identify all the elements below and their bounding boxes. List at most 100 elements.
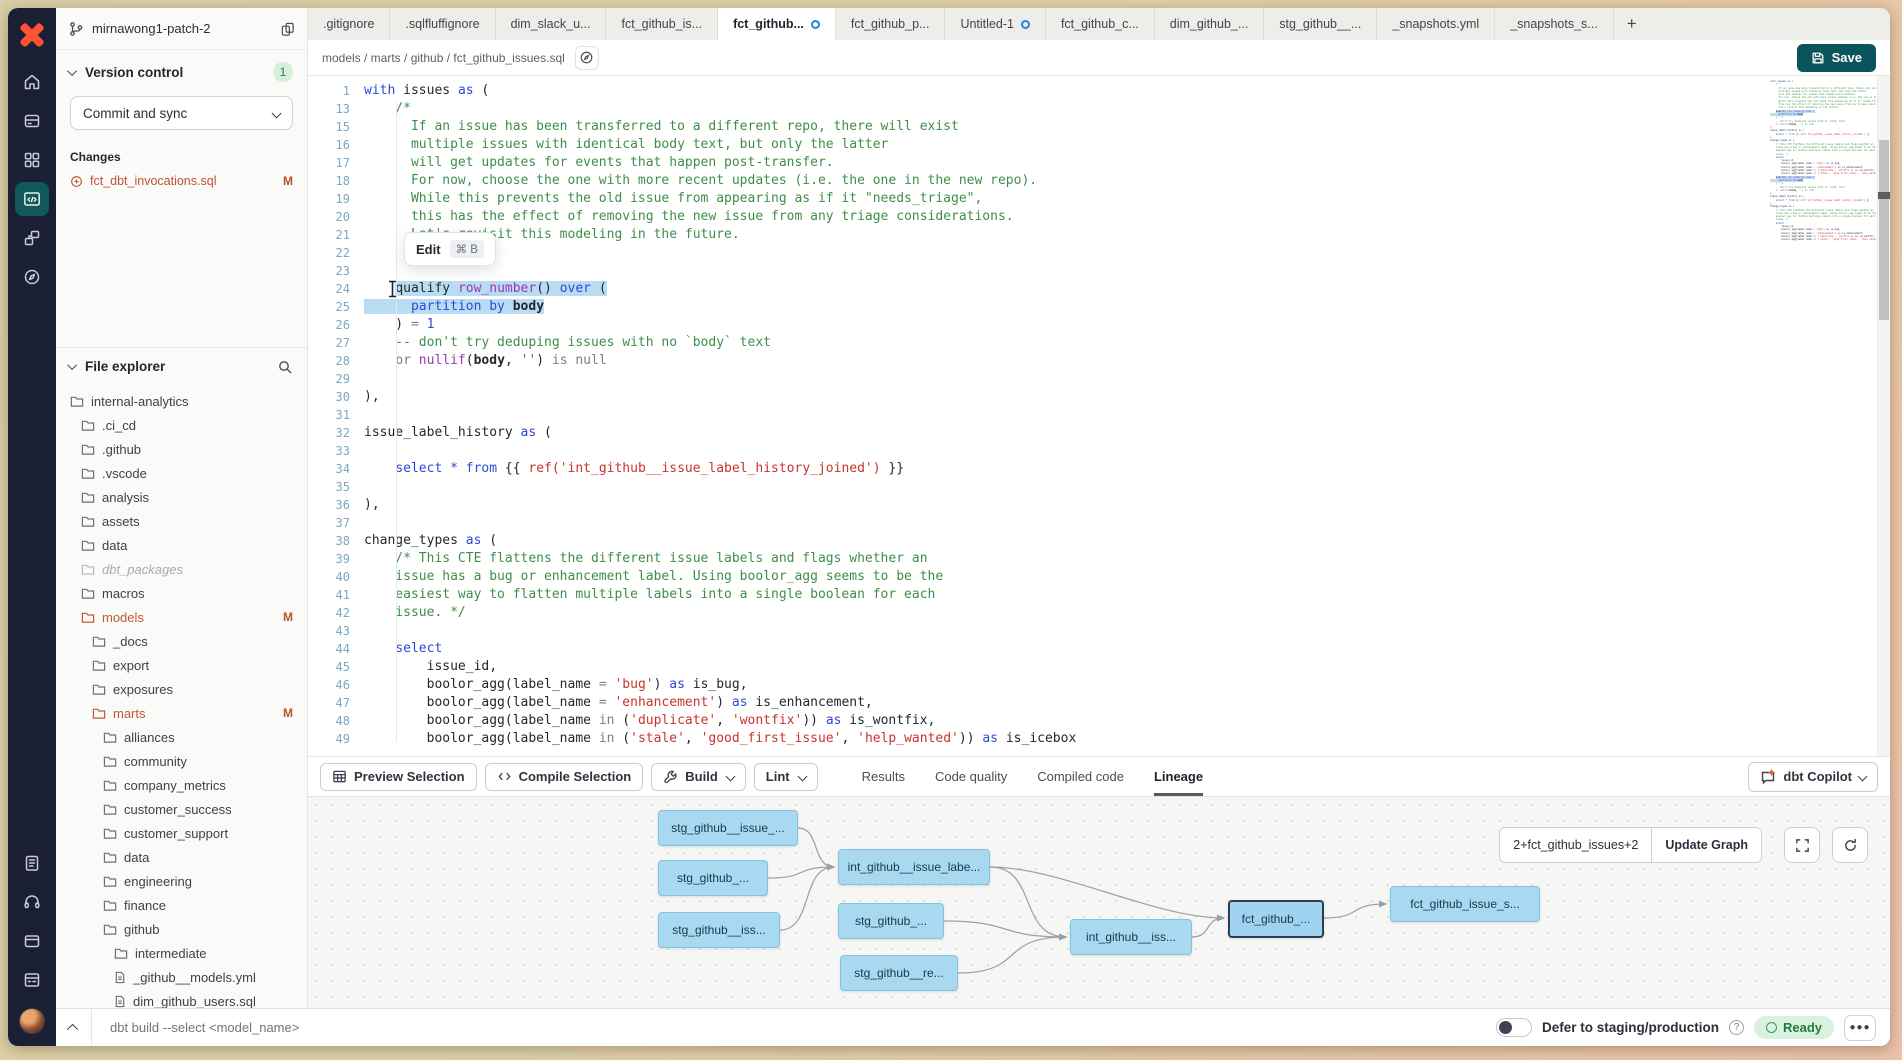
update-graph-button[interactable]: Update Graph <box>1652 828 1761 862</box>
file-tree-folder[interactable]: customer_success <box>56 797 307 821</box>
indent-guide <box>396 102 397 742</box>
file-tree-folder[interactable]: martsM <box>56 701 307 725</box>
file-tree-folder[interactable]: company_metrics <box>56 773 307 797</box>
lint-button[interactable]: Lint <box>754 763 818 791</box>
lineage-node[interactable]: int_github__iss... <box>1070 919 1192 955</box>
file-explorer-header[interactable]: File explorer <box>56 347 307 385</box>
editor-scrollbar[interactable] <box>1877 76 1890 756</box>
file-tree-folder[interactable]: dbt_packages <box>56 557 307 581</box>
refresh-graph-button[interactable] <box>1832 827 1868 863</box>
file-tree-folder[interactable]: engineering <box>56 869 307 893</box>
file-tree-folder[interactable]: exposures <box>56 677 307 701</box>
docs-icon[interactable] <box>15 924 49 958</box>
changed-file-row[interactable]: fct_dbt_invocations.sqlM <box>70 174 293 188</box>
orchestrate-icon[interactable] <box>15 221 49 255</box>
file-tree-folder[interactable]: .ci_cd <box>56 413 307 437</box>
file-tree-file[interactable]: _github__models.yml <box>56 965 307 989</box>
develop-ide-icon[interactable] <box>15 182 49 216</box>
sidebar: mirnawong1-patch-2 Version control 1 Com… <box>56 8 308 1008</box>
commit-and-sync-button[interactable]: Commit and sync <box>70 96 293 130</box>
file-tree-folder[interactable]: macros <box>56 581 307 605</box>
version-control-header[interactable]: Version control 1 <box>70 62 293 82</box>
line-number: 33 <box>308 442 364 460</box>
file-tree-folder[interactable]: assets <box>56 509 307 533</box>
build-button[interactable]: Build <box>651 763 746 791</box>
editor-tab[interactable]: dim_github_... <box>1155 8 1265 40</box>
code-editor[interactable]: 1with issues as (13 /*15 If an issue has… <box>308 76 1890 756</box>
editor-tab[interactable]: stg_github__... <box>1264 8 1377 40</box>
file-tree-folder[interactable]: alliances <box>56 725 307 749</box>
deploy-icon[interactable] <box>15 104 49 138</box>
file-tree-folder[interactable]: customer_support <box>56 821 307 845</box>
code-line: 13 /* <box>308 100 1890 118</box>
defer-toggle[interactable] <box>1496 1018 1532 1037</box>
lineage-node[interactable]: stg_github__re... <box>840 955 958 991</box>
panel-tab-results[interactable]: Results <box>862 757 905 796</box>
lineage-selector-input[interactable]: 2+fct_github_issues+2 <box>1500 828 1652 862</box>
line-number: 27 <box>308 334 364 352</box>
help-icon[interactable]: ? <box>1729 1020 1744 1035</box>
search-icon[interactable] <box>277 359 293 375</box>
file-tree-folder[interactable]: .github <box>56 437 307 461</box>
editor-tab[interactable]: fct_github_c... <box>1046 8 1155 40</box>
file-tree-folder[interactable]: community <box>56 749 307 773</box>
editor-tab[interactable]: fct_github_is... <box>606 8 718 40</box>
new-tab-button[interactable]: + <box>1614 8 1650 40</box>
editor-tab[interactable]: _snapshots_s... <box>1495 8 1614 40</box>
notebook-icon[interactable] <box>15 846 49 880</box>
edit-popup[interactable]: Edit ⌘ B <box>404 232 496 266</box>
lineage-node[interactable]: stg_github_... <box>658 860 768 896</box>
folder-icon <box>103 923 117 936</box>
fullscreen-icon <box>1795 838 1810 853</box>
editor-tab[interactable]: fct_github_p... <box>836 8 946 40</box>
file-tree-folder[interactable]: data <box>56 845 307 869</box>
apps-grid-icon[interactable] <box>15 143 49 177</box>
file-tree-folder[interactable]: _docs <box>56 629 307 653</box>
save-button[interactable]: Save <box>1797 44 1876 72</box>
folder-icon <box>103 779 117 792</box>
editor-tab[interactable]: .gitignore <box>308 8 390 40</box>
preview-selection-button[interactable]: Preview Selection <box>320 763 477 791</box>
terminal-icon[interactable] <box>15 963 49 997</box>
editor-tab[interactable]: dim_slack_u... <box>496 8 607 40</box>
edit-popup-label[interactable]: Edit <box>416 242 441 257</box>
editor-tab[interactable]: _snapshots.yml <box>1377 8 1495 40</box>
file-tree-folder[interactable]: analysis <box>56 485 307 509</box>
file-tree-folder[interactable]: github <box>56 917 307 941</box>
more-options-button[interactable]: ●●● <box>1844 1015 1876 1041</box>
support-icon[interactable] <box>15 885 49 919</box>
dbt-logo <box>19 22 45 48</box>
editor-tab[interactable]: fct_github... <box>718 8 836 40</box>
file-tree-folder[interactable]: internal-analytics <box>56 389 307 413</box>
collapse-panel-button[interactable] <box>56 1009 92 1046</box>
explore-icon[interactable] <box>15 260 49 294</box>
panel-tab-compiled-code[interactable]: Compiled code <box>1037 757 1124 796</box>
lineage-node[interactable]: fct_github_issue_s... <box>1390 886 1540 922</box>
dbt-copilot-button[interactable]: dbt Copilot <box>1748 762 1878 792</box>
lineage-node[interactable]: stg_github__issue_... <box>658 810 798 846</box>
editor-tab[interactable]: .sqlfluffignore <box>390 8 495 40</box>
file-tree-folder[interactable]: modelsM <box>56 605 307 629</box>
user-avatar[interactable] <box>19 1008 45 1034</box>
panel-tab-code-quality[interactable]: Code quality <box>935 757 1007 796</box>
copy-icon[interactable] <box>280 21 295 37</box>
file-tree-folder[interactable]: data <box>56 533 307 557</box>
file-tree-file[interactable]: dim_github_users.sql <box>56 989 307 1008</box>
lineage-node[interactable]: fct_github_... <box>1228 900 1324 938</box>
panel-tab-lineage[interactable]: Lineage <box>1154 757 1203 796</box>
file-tree-folder[interactable]: finance <box>56 893 307 917</box>
fullscreen-button[interactable] <box>1784 827 1820 863</box>
branch-selector[interactable]: mirnawong1-patch-2 <box>56 8 307 50</box>
scrollbar-thumb[interactable] <box>1879 140 1889 320</box>
lineage-node[interactable]: int_github__issue_labe... <box>838 849 990 885</box>
file-tree-folder[interactable]: .vscode <box>56 461 307 485</box>
lineage-node[interactable]: stg_github__iss... <box>658 912 780 948</box>
command-input[interactable]: dbt build --select <model_name> <box>110 1020 1496 1035</box>
editor-tab[interactable]: Untitled-1 <box>945 8 1046 40</box>
compile-selection-button[interactable]: Compile Selection <box>485 763 644 791</box>
home-icon[interactable] <box>15 65 49 99</box>
file-tree-folder[interactable]: intermediate <box>56 941 307 965</box>
lineage-node[interactable]: stg_github_... <box>838 903 944 939</box>
file-tree-folder[interactable]: export <box>56 653 307 677</box>
open-docs-button[interactable] <box>575 46 599 70</box>
